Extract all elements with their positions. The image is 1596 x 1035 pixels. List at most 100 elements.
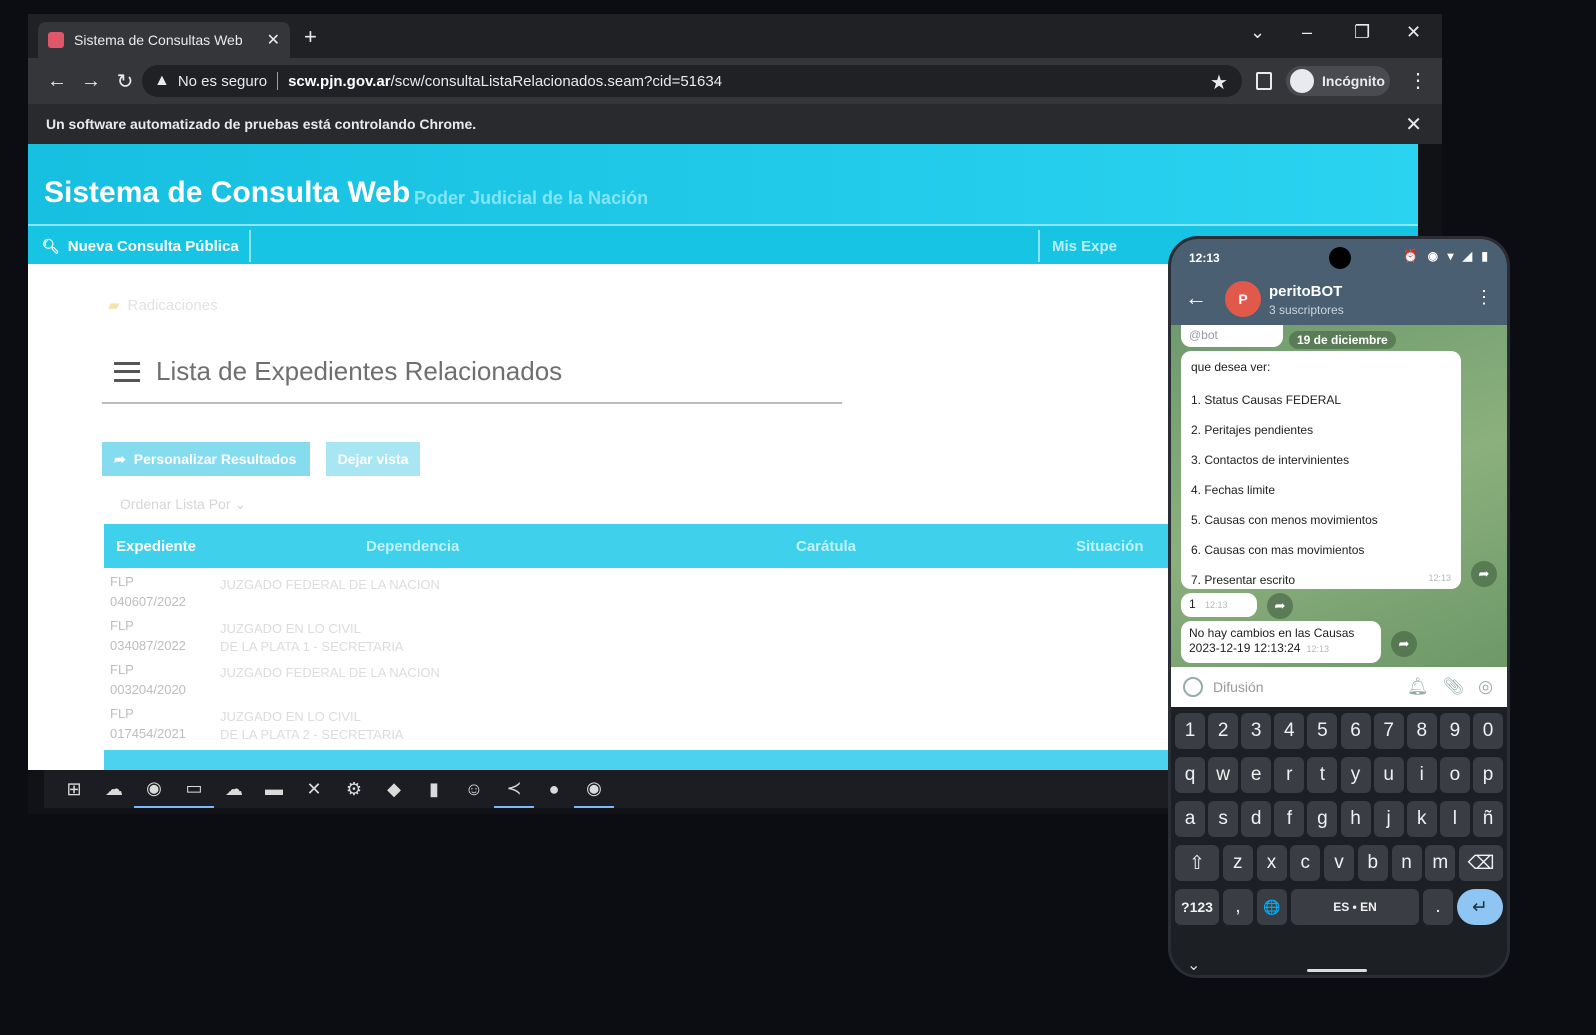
key[interactable]: 6 bbox=[1340, 713, 1371, 749]
key[interactable]: h bbox=[1340, 801, 1371, 837]
key[interactable]: s bbox=[1208, 801, 1239, 837]
side-panel-icon[interactable] bbox=[1256, 72, 1272, 90]
globe-icon[interactable]: 🌐 bbox=[1257, 889, 1287, 925]
key[interactable]: 0 bbox=[1472, 713, 1503, 749]
key[interactable]: j bbox=[1373, 801, 1404, 837]
chat-menu-icon[interactable]: ⋮ bbox=[1475, 287, 1493, 308]
bell-icon[interactable]: 🔔︎ bbox=[1407, 677, 1429, 697]
address-bar[interactable]: ▲ No es seguro scw.pjn.gov.ar/scw/consul… bbox=[142, 65, 1242, 97]
bookmark-star-icon[interactable]: ★ bbox=[1210, 70, 1228, 95]
forward-button[interactable]: → bbox=[74, 70, 108, 93]
back-button[interactable]: ← bbox=[40, 70, 74, 93]
key[interactable]: y bbox=[1340, 757, 1371, 793]
share-icon[interactable]: ➦ bbox=[1471, 561, 1497, 587]
header-caratula[interactable]: Carátula bbox=[784, 538, 1064, 555]
camera-icon[interactable]: ◎ bbox=[1478, 677, 1493, 697]
settings-icon[interactable]: ⚙ bbox=[334, 770, 374, 808]
url-text[interactable]: scw.pjn.gov.ar/scw/consultaListaRelacion… bbox=[288, 73, 722, 90]
restore-button[interactable]: ❐ bbox=[1354, 22, 1370, 43]
weather-icon[interactable]: ☁ bbox=[94, 770, 134, 808]
cell-expediente[interactable]: FLP 034087/2022 bbox=[104, 612, 214, 656]
emoji-icon[interactable] bbox=[1183, 677, 1203, 697]
channel-name[interactable]: peritoBOT bbox=[1269, 283, 1342, 300]
comma-key[interactable]: , bbox=[1223, 889, 1253, 925]
app-icon[interactable]: ✕ bbox=[294, 770, 334, 808]
key[interactable]: v bbox=[1324, 845, 1354, 881]
backspace-key-icon[interactable]: ⌫ bbox=[1459, 845, 1503, 881]
share-icon[interactable]: ➦ bbox=[1391, 631, 1417, 657]
key[interactable]: n bbox=[1391, 845, 1422, 881]
browser-menu-icon[interactable]: ⋮ bbox=[1408, 68, 1428, 93]
channel-avatar[interactable]: P bbox=[1225, 281, 1261, 317]
key[interactable]: k bbox=[1406, 801, 1437, 837]
key[interactable]: x bbox=[1256, 845, 1287, 881]
status-message-bubble[interactable]: No hay cambios en las Causas 2023-12-19 … bbox=[1181, 621, 1381, 663]
key[interactable]: ñ bbox=[1472, 801, 1503, 837]
header-situacion[interactable]: Situación bbox=[1064, 538, 1144, 555]
key[interactable]: d bbox=[1241, 801, 1272, 837]
key[interactable]: w bbox=[1208, 757, 1239, 793]
header-dependencia[interactable]: Dependencia bbox=[354, 538, 784, 555]
period-key[interactable]: . bbox=[1423, 889, 1453, 925]
key[interactable]: 3 bbox=[1241, 713, 1272, 749]
minimize-button[interactable]: – bbox=[1302, 22, 1312, 43]
key[interactable]: 2 bbox=[1208, 713, 1239, 749]
mis-expedientes-button[interactable]: Mis Expe bbox=[1038, 230, 1129, 262]
chrome-icon[interactable]: ◉ bbox=[134, 770, 174, 808]
package-icon[interactable]: ◆ bbox=[374, 770, 414, 808]
key[interactable]: p bbox=[1472, 757, 1503, 793]
reload-button[interactable]: ↻ bbox=[108, 69, 142, 94]
key[interactable]: r bbox=[1274, 757, 1305, 793]
key[interactable]: t bbox=[1307, 757, 1338, 793]
key[interactable]: 5 bbox=[1307, 713, 1338, 749]
key[interactable]: 7 bbox=[1373, 713, 1404, 749]
key[interactable]: a bbox=[1175, 801, 1205, 837]
header-expediente[interactable]: Expediente bbox=[104, 538, 354, 555]
key[interactable]: g bbox=[1307, 801, 1338, 837]
new-tab-button[interactable]: + bbox=[304, 24, 317, 50]
enter-key-icon[interactable]: ↵ bbox=[1457, 889, 1503, 925]
hide-keyboard-icon[interactable]: ⌄ bbox=[1187, 955, 1200, 975]
key[interactable]: q bbox=[1175, 757, 1205, 793]
nueva-consulta-button[interactable]: 🔍︎ Nueva Consulta Pública bbox=[32, 230, 251, 262]
order-by-select[interactable]: Ordenar Lista Por ⌄ bbox=[120, 496, 246, 513]
key[interactable]: e bbox=[1241, 757, 1272, 793]
composer-placeholder[interactable]: Difusión bbox=[1213, 679, 1407, 695]
menu-message-bubble[interactable]: que desea ver: 1. Status Causas FEDERAL … bbox=[1181, 351, 1461, 589]
document-icon[interactable]: ▮ bbox=[414, 770, 454, 808]
warning-icon[interactable]: ▲ bbox=[154, 72, 170, 90]
key[interactable]: c bbox=[1290, 845, 1321, 881]
incognito-profile-button[interactable]: Incógnito bbox=[1286, 66, 1390, 96]
circle-app-icon[interactable]: ● bbox=[534, 770, 574, 808]
share-icon[interactable]: ➦ bbox=[1267, 593, 1293, 619]
key[interactable]: 4 bbox=[1274, 713, 1305, 749]
key[interactable]: l bbox=[1439, 801, 1470, 837]
back-arrow-icon[interactable]: ← bbox=[1185, 285, 1207, 311]
key[interactable]: 1 bbox=[1175, 713, 1205, 749]
key[interactable]: f bbox=[1274, 801, 1305, 837]
cell-expediente[interactable]: FLP 017454/2021 bbox=[104, 700, 214, 744]
message-composer[interactable]: Difusión 🔔︎ 📎︎ ◎ bbox=[1171, 667, 1507, 707]
reply-bubble[interactable]: 1 12:13 bbox=[1181, 593, 1257, 617]
message-bubble[interactable]: @bot bbox=[1181, 325, 1283, 347]
tab-search-icon[interactable]: ⌄ bbox=[1250, 22, 1265, 43]
cell-expediente[interactable]: FLP 003204/2020 bbox=[104, 656, 214, 700]
file-explorer-icon[interactable]: ▭ bbox=[174, 770, 214, 808]
key[interactable]: z bbox=[1222, 845, 1253, 881]
cloud-icon[interactable]: ☁ bbox=[214, 770, 254, 808]
vscode-icon[interactable]: ≺ bbox=[494, 770, 534, 808]
home-indicator[interactable] bbox=[1307, 969, 1367, 972]
dejar-vista-button[interactable]: Dejar vista bbox=[326, 442, 420, 476]
attach-icon[interactable]: 📎︎ bbox=[1443, 677, 1465, 697]
key[interactable]: u bbox=[1373, 757, 1404, 793]
key[interactable]: b bbox=[1357, 845, 1388, 881]
key[interactable]: m bbox=[1425, 845, 1456, 881]
close-window-button[interactable]: ✕ bbox=[1406, 22, 1421, 43]
security-label[interactable]: No es seguro bbox=[178, 73, 267, 90]
tab-close-icon[interactable]: ✕ bbox=[267, 30, 280, 50]
key[interactable]: 9 bbox=[1439, 713, 1470, 749]
chrome-testing-icon[interactable]: ◉ bbox=[574, 770, 614, 808]
cell-expediente[interactable]: FLP 040607/2022 bbox=[104, 568, 214, 612]
github-icon[interactable]: ☺ bbox=[454, 770, 494, 808]
start-icon[interactable]: ⊞ bbox=[54, 770, 94, 808]
